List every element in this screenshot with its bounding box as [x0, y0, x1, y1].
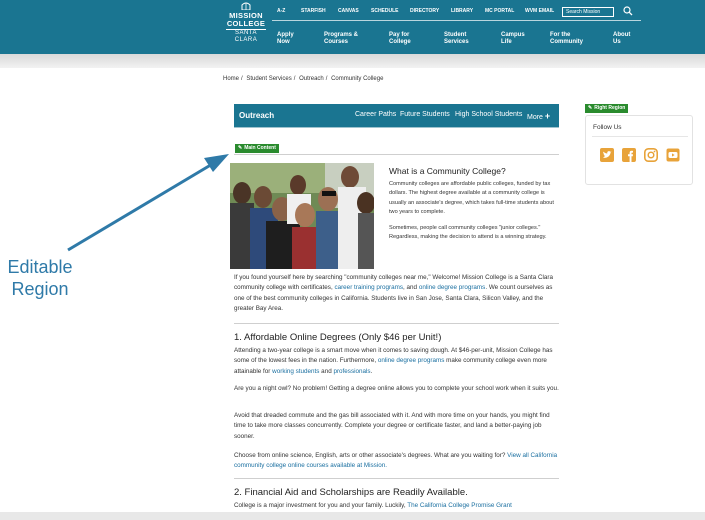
section-link-career-paths[interactable]: Career Paths [355, 111, 396, 118]
util-link-wvmemail[interactable]: WVM EMAIL [525, 8, 554, 14]
util-link-canvas[interactable]: CANVAS [338, 8, 359, 14]
twitter-icon[interactable] [600, 148, 614, 162]
pencil-icon: ✎ [588, 105, 593, 111]
more-label: More [527, 114, 543, 121]
right-region-badge[interactable]: ✎ Right Region [585, 104, 629, 113]
window-bottom-edge [0, 512, 705, 520]
section-1-paragraph-1: Attending a two-year college is a smart … [234, 346, 560, 377]
section-link-high-school[interactable]: High School Students [455, 111, 522, 118]
content-divider [234, 323, 559, 324]
intro-paragraph-2: Sometimes, people call community college… [389, 225, 547, 241]
util-link-starfish[interactable]: STARFISH [301, 8, 326, 14]
breadcrumb-outreach[interactable]: Outreach [299, 76, 324, 82]
section-2-paragraph-1: College is a major investment for you an… [234, 501, 560, 511]
annotation-line-1: Editable [7, 257, 73, 277]
util-link-directory[interactable]: DIRECTORY [410, 8, 439, 14]
college-logo[interactable]: MISSION COLLEGE SANTA CLARA [226, 12, 266, 44]
main-content-badge-label: Main Content [244, 145, 276, 151]
intro-paragraph-1: Community colleges are affordable public… [389, 181, 554, 216]
breadcrumb-separator: / [241, 76, 243, 82]
welcome-paragraph: If you found yourself here by searching … [234, 273, 560, 314]
section-1-paragraph-3: Avoid that dreaded commute and the gas b… [234, 412, 550, 440]
annotation-line-2: Region [11, 279, 69, 299]
promise-grant-link[interactable]: The California College Promise Grant [407, 502, 512, 509]
s1-p4-text: Choose from online science, English, art… [234, 452, 508, 459]
follow-us-label: Follow Us [593, 124, 622, 131]
nav-campus-life[interactable]: Campus Life [501, 32, 527, 45]
professionals-link[interactable]: professionals [333, 368, 370, 375]
intro-heading: What is a Community College? [389, 166, 506, 176]
util-link-library[interactable]: LIBRARY [451, 8, 473, 14]
util-link-az[interactable]: A-Z [277, 8, 285, 14]
nav-pay-for-college[interactable]: Pay for College [389, 32, 417, 45]
follow-divider [592, 136, 688, 137]
youtube-icon[interactable] [666, 148, 680, 162]
header-shadow [0, 54, 705, 68]
online-degree-link[interactable]: online degree programs [419, 284, 486, 291]
section-nav-title[interactable]: Outreach [239, 111, 274, 120]
s2-text-1: College is a major investment for you an… [234, 502, 408, 509]
plus-icon: + [544, 111, 551, 121]
follow-us-panel: Follow Us [585, 115, 693, 185]
section-nav-underline [234, 127, 559, 128]
nav-student-services[interactable]: Student Services [444, 32, 474, 45]
section-1-heading: 1. Affordable Online Degrees (Only $46 p… [234, 332, 442, 343]
online-degree-programs-link[interactable]: online degree programs [378, 357, 445, 364]
editable-region-annotation: Editable Region [0, 256, 80, 300]
section-1-paragraph-2: Are you a night owl? No problem! Getting… [234, 385, 559, 392]
breadcrumb-home[interactable]: Home [223, 76, 239, 82]
section-more-menu[interactable]: More + [527, 111, 550, 121]
section-link-future-students[interactable]: Future Students [400, 111, 450, 118]
breadcrumb-current: Community College [331, 76, 384, 82]
content-divider [234, 478, 559, 479]
nav-apply-now[interactable]: Apply Now [277, 32, 307, 45]
utility-divider [272, 20, 641, 21]
section-1-paragraph-4: Choose from online science, English, art… [234, 451, 560, 472]
right-region-badge-label: Right Region [594, 105, 626, 111]
s1-text-3: and [319, 367, 334, 375]
util-link-mcportal[interactable]: MC PORTAL [485, 8, 514, 14]
facebook-icon[interactable] [622, 148, 636, 162]
students-group-photo [230, 163, 374, 269]
search-input[interactable]: Search Mission [562, 7, 614, 17]
logo-line2: COLLEGE [226, 19, 266, 28]
breadcrumb-separator: / [293, 76, 296, 82]
s1-text-4: . [370, 367, 373, 375]
nav-about-us[interactable]: About Us [613, 32, 637, 45]
section-nav-bar: Outreach Career Paths Future Students Hi… [234, 104, 559, 127]
career-training-link[interactable]: career training programs [334, 284, 403, 291]
section-2-heading: 2. Financial Aid and Scholarships are Re… [234, 487, 468, 498]
util-link-schedule[interactable]: SCHEDULE [371, 8, 399, 14]
content-divider-top [234, 154, 559, 155]
mission-bell-icon [241, 2, 251, 10]
nav-for-the-community[interactable]: For the Community [550, 32, 590, 45]
breadcrumb-separator: / [325, 76, 328, 82]
working-students-link[interactable]: working students [272, 368, 319, 375]
logo-line3: SANTA CLARA [226, 29, 266, 44]
main-content-badge[interactable]: ✎ Main Content [235, 144, 279, 153]
breadcrumb: Home / Student Services / Outreach / Commun… [223, 76, 385, 82]
pencil-icon: ✎ [238, 145, 243, 151]
breadcrumb-student-services[interactable]: Student Services [246, 76, 291, 82]
search-icon[interactable] [623, 6, 633, 16]
nav-programs-courses[interactable]: Programs & Courses [324, 32, 364, 45]
instagram-icon[interactable] [644, 148, 658, 162]
welcome-text-2: , and [403, 284, 419, 292]
